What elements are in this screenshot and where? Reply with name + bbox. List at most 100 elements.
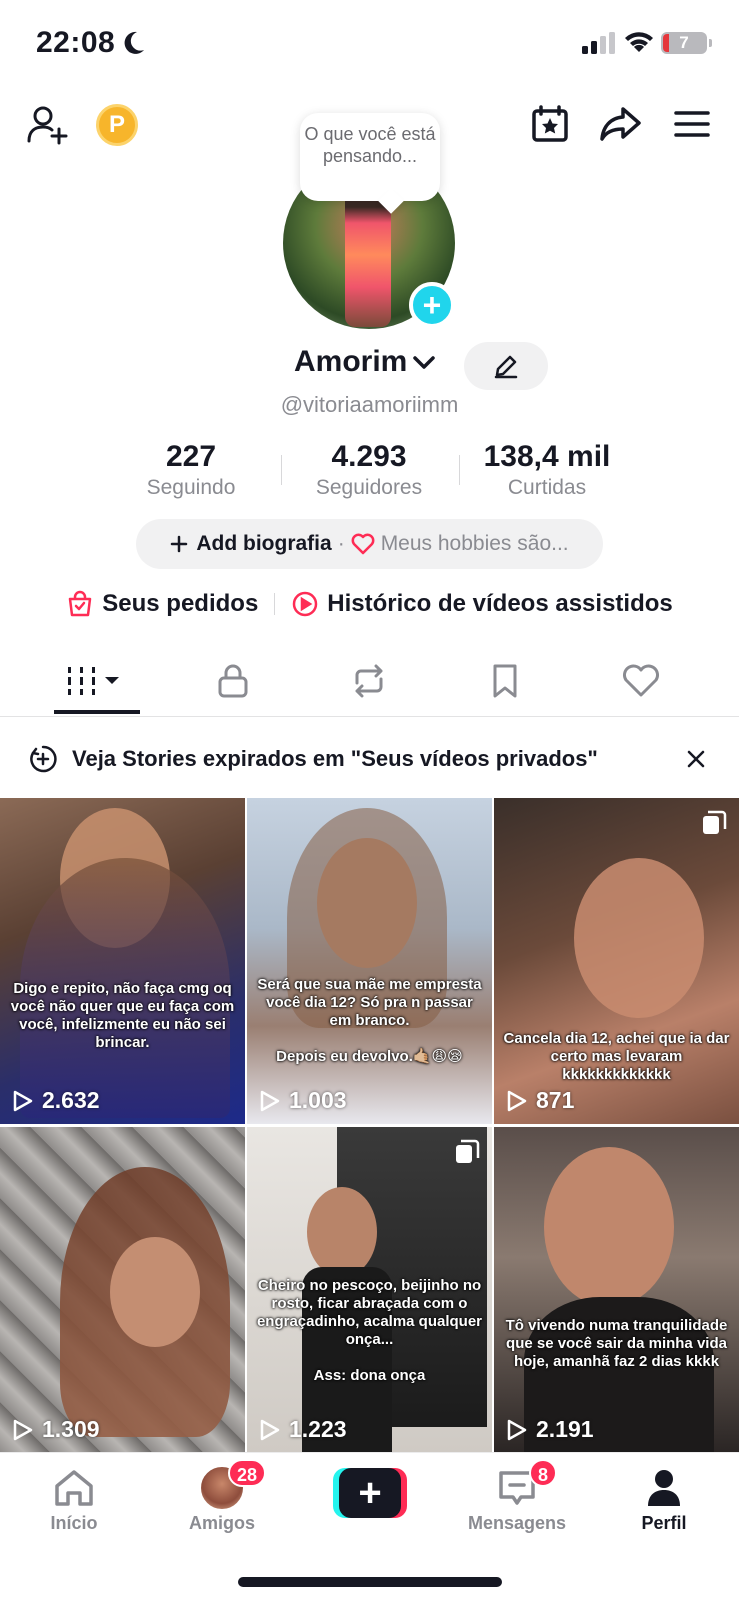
view-count: 1.223	[259, 1416, 347, 1443]
view-count-value: 871	[536, 1087, 575, 1113]
nav-friends[interactable]: Amigos 28	[162, 1459, 282, 1534]
banner-text: Veja Stories expirados em "Seus vídeos p…	[72, 746, 598, 771]
add-bio-button[interactable]: Add biografia · Meus hobbies são...	[136, 519, 603, 569]
tab-liked[interactable]	[596, 645, 686, 717]
video-thumbnail[interactable]: Digo e repito, não faça cmg oq você não …	[0, 798, 245, 1124]
status-bar: 22:08 7	[0, 0, 739, 90]
nav-profile-label: Perfil	[641, 1513, 687, 1533]
video-caption: Cheiro no pescoço, beijinho no rosto, fi…	[256, 1277, 483, 1384]
orders-label: Seus pedidos	[102, 590, 259, 617]
video-thumbnail[interactable]: Cancela dia 12, achei que ia dar certo m…	[494, 798, 739, 1124]
stories-banner[interactable]: Veja Stories expirados em "Seus vídeos p…	[0, 718, 739, 798]
plus-icon: +	[339, 1468, 401, 1518]
calendar-star-icon	[532, 105, 568, 142]
play-outline-icon	[260, 1419, 280, 1440]
lock-icon	[218, 664, 248, 698]
view-count-value: 2.632	[42, 1087, 100, 1113]
play-circle-icon	[293, 591, 318, 617]
status-time: 22:08	[36, 26, 116, 59]
nav-home[interactable]: Início	[14, 1463, 134, 1534]
active-tab-indicator	[54, 710, 140, 714]
play-outline-icon	[13, 1419, 33, 1440]
repost-icon	[355, 664, 383, 698]
bookmark-icon	[493, 664, 517, 698]
stat-value: 227	[165, 440, 217, 473]
profile-links: Seus pedidos Histórico de vídeos assisti…	[0, 590, 739, 618]
view-count-value: 1.309	[42, 1416, 100, 1442]
orders-link[interactable]: Seus pedidos	[66, 590, 258, 618]
grid-videos-icon	[68, 667, 119, 695]
view-count: 2.191	[506, 1416, 594, 1443]
battery-icon: 7	[661, 32, 707, 54]
multi-image-icon	[703, 810, 727, 834]
shopping-bag-icon	[69, 590, 92, 617]
edit-profile-button[interactable]	[464, 342, 548, 390]
wifi-icon	[625, 32, 653, 52]
create-button[interactable]: +	[333, 1468, 407, 1518]
play-outline-icon	[507, 1090, 527, 1111]
add-story-button[interactable]: +	[409, 282, 455, 328]
plus-icon: +	[422, 287, 442, 323]
stat-followers[interactable]: 4.293 Seguidores	[279, 440, 459, 500]
video-thumbnail[interactable]: Cheiro no pescoço, beijinho no rosto, fi…	[247, 1127, 492, 1453]
chevron-down-icon[interactable]	[412, 355, 436, 371]
battery-tip	[709, 39, 712, 47]
plus-icon	[171, 535, 188, 553]
tab-reposts[interactable]	[324, 645, 414, 717]
stat-label: Seguindo	[146, 476, 236, 499]
video-caption: Digo e repito, não faça cmg oq você não …	[10, 980, 235, 1051]
heart-icon	[351, 533, 375, 555]
video-thumbnail[interactable]: Tô vivendo numa tranquilidade que se voc…	[494, 1127, 739, 1453]
profile-name[interactable]: Amorim	[294, 345, 407, 379]
add-friend-button[interactable]	[22, 100, 72, 150]
thought-bubble[interactable]: O que você está pensando...	[300, 113, 440, 201]
hamburger-menu-icon	[674, 111, 710, 137]
play-outline-icon	[13, 1090, 33, 1111]
content-tabs	[0, 645, 739, 717]
tab-favorites[interactable]	[460, 645, 550, 717]
stat-likes[interactable]: 138,4 mil Curtidas	[457, 440, 637, 500]
video-caption: Será que sua mãe me empresta você dia 12…	[257, 976, 482, 1065]
nav-messages[interactable]: Mensagens 8	[457, 1459, 577, 1534]
divider	[274, 593, 276, 615]
heart-icon	[623, 664, 659, 697]
nav-home-label: Início	[50, 1513, 98, 1533]
multi-image-icon	[456, 1139, 480, 1163]
stat-value: 4.293	[331, 440, 407, 473]
play-outline-icon	[507, 1419, 527, 1440]
stat-value: 138,4 mil	[483, 440, 611, 473]
stat-label: Curtidas	[507, 476, 587, 499]
signal-icon	[582, 32, 615, 54]
video-caption: Cancela dia 12, achei que ia dar certo m…	[503, 1030, 730, 1083]
watch-history-label: Histórico de vídeos assistidos	[327, 590, 673, 617]
video-thumbnail[interactable]: 1.309	[0, 1127, 245, 1453]
battery-level: 7	[679, 33, 689, 52]
nav-profile[interactable]: Perfil	[604, 1463, 724, 1534]
close-icon[interactable]	[686, 749, 706, 769]
separator-dot: ·	[337, 532, 345, 555]
add-user-icon	[27, 106, 68, 145]
coin-icon[interactable]: P	[96, 104, 138, 146]
view-count: 871	[506, 1087, 574, 1114]
calendar-button[interactable]	[526, 100, 574, 148]
view-count: 2.632	[12, 1087, 100, 1114]
add-story-icon	[30, 745, 57, 773]
tab-private[interactable]	[188, 645, 278, 717]
profile-person-icon	[648, 1470, 680, 1506]
stat-label: Seguidores	[315, 476, 423, 499]
share-button[interactable]	[596, 100, 644, 148]
add-bio-label: Add biografia	[196, 532, 332, 555]
view-count: 1.309	[12, 1416, 100, 1443]
nav-messages-label: Mensagens	[467, 1513, 567, 1533]
tab-videos[interactable]	[50, 645, 140, 717]
pencil-icon	[494, 355, 518, 379]
video-thumbnail[interactable]: Será que sua mãe me empresta você dia 12…	[247, 798, 492, 1124]
hobbies-placeholder: Meus hobbies são...	[380, 532, 569, 555]
watch-history-link[interactable]: Histórico de vídeos assistidos	[291, 590, 673, 618]
menu-button[interactable]	[668, 100, 716, 148]
stat-following[interactable]: 227 Seguindo	[101, 440, 281, 500]
nav-friends-label: Amigos	[188, 1513, 255, 1533]
messages-badge: 8	[529, 1459, 558, 1487]
home-indicator[interactable]	[238, 1577, 502, 1587]
view-count-value: 1.003	[289, 1087, 347, 1113]
